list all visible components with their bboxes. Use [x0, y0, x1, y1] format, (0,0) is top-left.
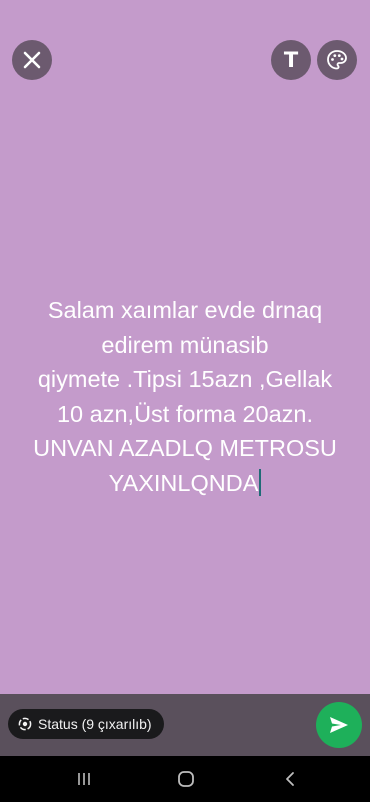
status-text-content: Salam xaımlar evde drnaq edirem münasib …: [33, 297, 337, 496]
text-tool-button[interactable]: T: [271, 40, 311, 80]
status-footer: Status (9 çıxarılıb): [0, 694, 370, 756]
recents-icon: [78, 773, 90, 785]
status-canvas[interactable]: T Salam xaımlar evde drnaq edirem münasi…: [0, 0, 370, 694]
status-audience-label: Status (9 çıxarılıb): [38, 716, 152, 732]
home-icon: [178, 771, 194, 787]
status-audience-button[interactable]: Status (9 çıxarılıb): [8, 709, 164, 739]
text-cursor: [259, 468, 262, 496]
back-icon: [286, 772, 294, 786]
back-button[interactable]: [278, 768, 302, 790]
color-palette-button[interactable]: [317, 40, 357, 80]
system-navigation-bar: [0, 756, 370, 802]
close-icon: [23, 51, 41, 69]
send-button[interactable]: [316, 702, 362, 748]
send-icon: [330, 717, 348, 733]
close-button[interactable]: [12, 40, 52, 80]
status-text-input[interactable]: Salam xaımlar evde drnaq edirem münasib …: [18, 293, 352, 500]
palette-icon: [327, 50, 347, 70]
text-tool-icon: T: [283, 47, 299, 72]
status-ring-icon: [18, 717, 32, 731]
home-button[interactable]: [174, 768, 198, 790]
recents-button[interactable]: [72, 768, 96, 790]
